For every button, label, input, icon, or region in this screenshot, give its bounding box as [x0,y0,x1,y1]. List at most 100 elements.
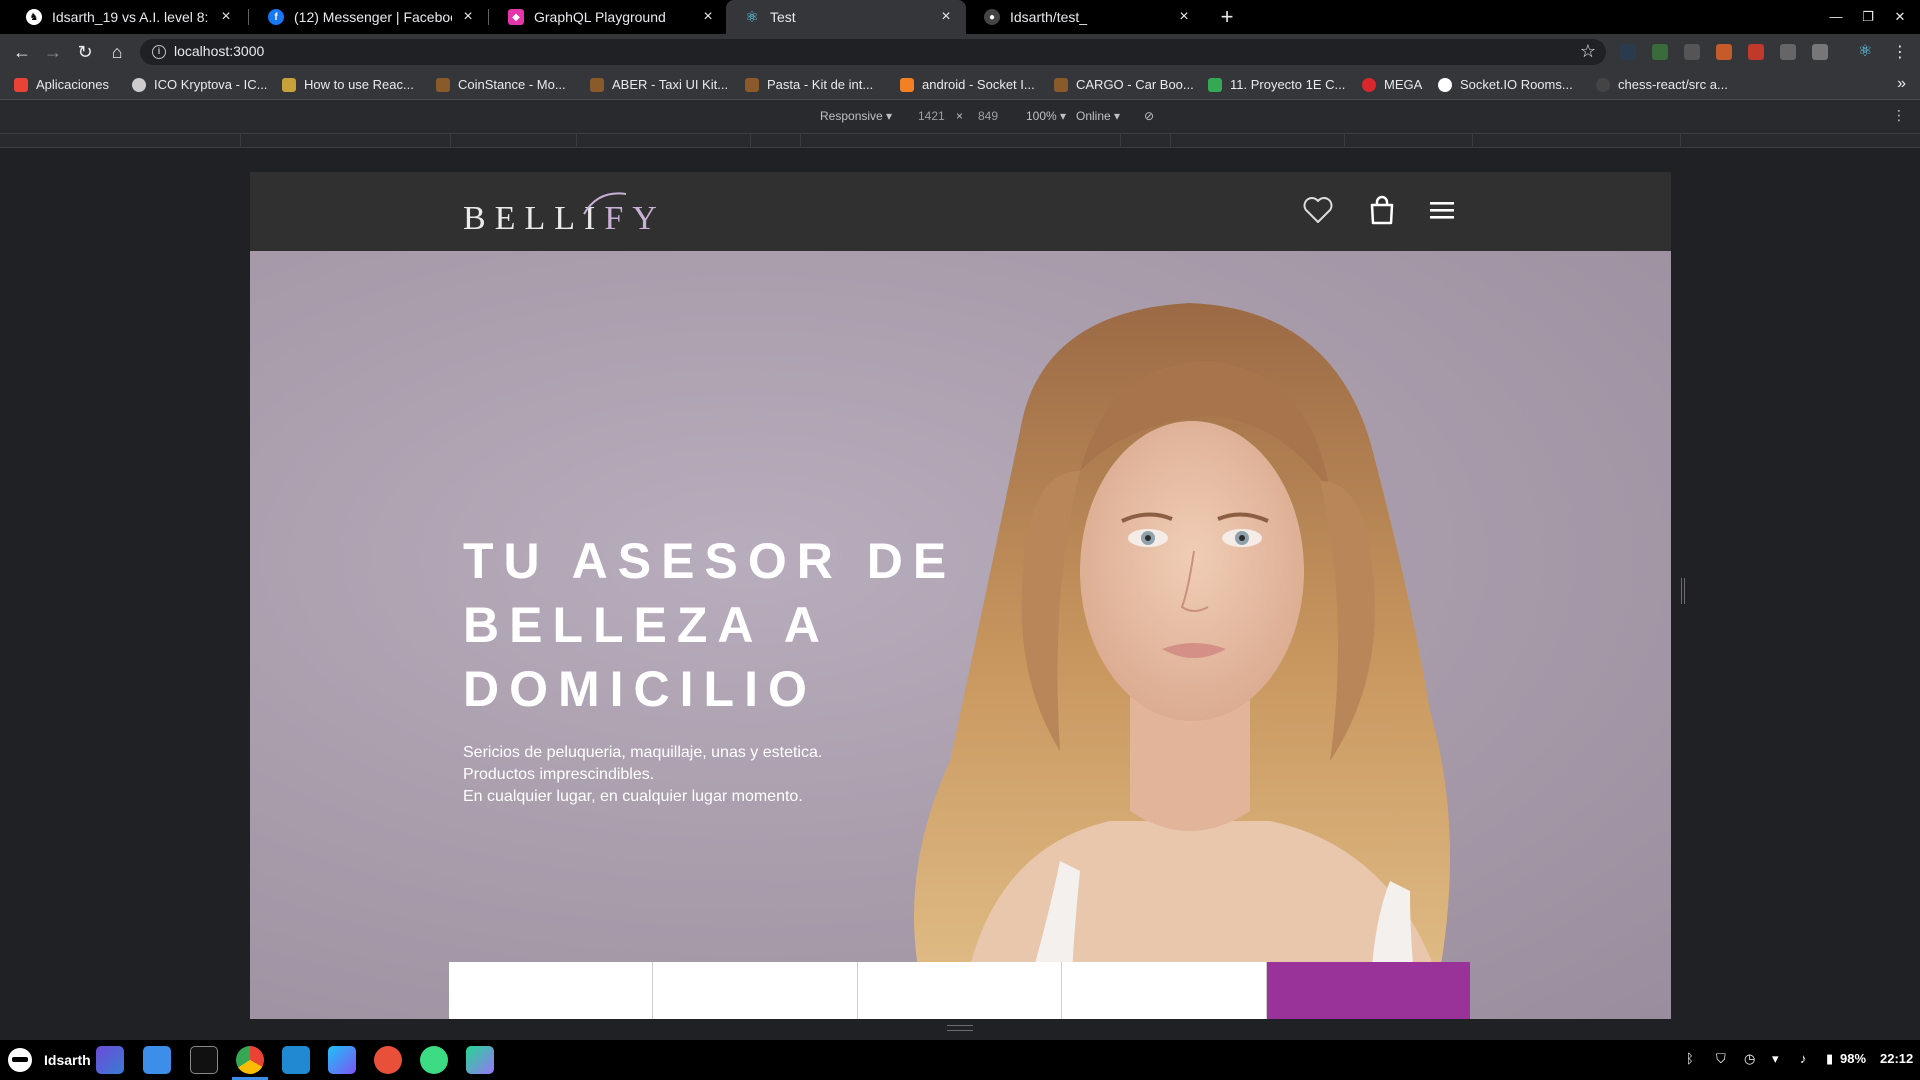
service-card[interactable] [653,962,858,1019]
service-card[interactable] [857,962,1063,1019]
bookmark-item[interactable]: Pasta - Kit de int... [745,77,873,92]
bookmark-item[interactable]: Socket.IO Rooms... [1438,77,1573,92]
battery-percent: 98% [1840,1051,1867,1066]
bookmark-item[interactable]: android - Socket I... [900,77,1035,92]
react-icon: ⚛ [745,9,759,26]
github-icon: ● [984,9,1000,25]
tab-title: (12) Messenger | Facebook [294,9,452,25]
terminal-icon[interactable] [190,1046,218,1074]
extension-icon[interactable] [1620,44,1636,60]
tab-graphql[interactable]: ◆ GraphQL Playground × [490,0,728,34]
extension-icon[interactable] [1748,44,1764,60]
service-card[interactable] [449,962,654,1019]
height-input[interactable]: 849 [978,109,998,123]
bookmark-item[interactable]: 11. Proyecto 1E C... [1208,77,1345,92]
extension-icon[interactable] [1652,44,1668,60]
postman-icon[interactable] [374,1046,402,1074]
tab-test[interactable]: ⚛ Test × [726,0,966,34]
close-icon[interactable]: × [1176,9,1192,25]
battery-icon[interactable]: ▮ [1826,1051,1833,1067]
device-select[interactable]: Responsive ▾ [820,109,892,123]
bookmark-item[interactable]: MEGA [1362,77,1422,92]
bluetooth-icon[interactable]: ᛒ [1686,1051,1694,1066]
stackoverflow-icon [900,77,914,92]
clock-time[interactable]: 22:12 [1880,1051,1913,1066]
extension-icon[interactable] [1812,44,1828,60]
zoom-label: 100% [1026,109,1057,123]
tab-github[interactable]: ● Idsarth/test_ × [966,0,1204,34]
restore-button[interactable]: ❐ [1852,0,1884,34]
zoom-select[interactable]: 100% ▾ [1026,109,1066,123]
datagrip-icon[interactable] [466,1046,494,1074]
hero-title-line: BELLEZA A [463,597,830,653]
chrome-icon[interactable] [232,1046,268,1080]
chevron-right-icon[interactable]: » [1897,75,1906,93]
minimize-button[interactable]: — [1820,0,1852,34]
bookmark-label: chess-react/src a... [1618,77,1728,92]
bookmark-icon [590,77,604,92]
forward-button[interactable]: → [41,40,65,64]
close-icon[interactable]: × [938,9,954,25]
extension-icon[interactable] [1716,44,1732,60]
network-label: Online [1076,109,1111,123]
close-icon[interactable]: × [700,9,716,25]
home-button[interactable]: ⌂ [105,40,129,64]
username: Idsarth [44,1052,91,1068]
tab-lichess[interactable]: ♞ Idsarth_19 vs A.I. level 8: D40 × [8,0,246,34]
files-icon[interactable] [143,1046,171,1074]
reload-button[interactable]: ↻ [73,40,97,64]
tab-separator [248,9,249,25]
vscode-icon[interactable] [282,1046,310,1074]
volume-icon[interactable]: ♪ [1800,1051,1807,1066]
hero-subtitle-line: Sericios de peluqueria, maquillaje, unas… [463,744,823,761]
close-window-button[interactable]: ✕ [1884,0,1916,34]
info-icon[interactable]: i [152,45,166,59]
kebab-menu-icon[interactable]: ⋮ [1892,42,1908,62]
android-studio-icon[interactable] [420,1046,448,1074]
tab-messenger[interactable]: f (12) Messenger | Facebook × [250,0,488,34]
service-card[interactable] [1062,962,1267,1019]
device-toolbar: Responsive ▾ 1421 × 849 100% ▾ Online ▾ … [0,100,1920,134]
bookmark-label: CoinStance - Mo... [458,77,566,92]
media-query-bar[interactable] [0,134,1920,148]
close-icon[interactable]: × [460,9,476,25]
tab-title: GraphQL Playground [534,9,666,25]
extension-icon[interactable] [1684,44,1700,60]
viewport-resize-handle-right[interactable] [1681,578,1685,604]
bookmark-item[interactable]: Aplicaciones [14,77,109,92]
kebab-menu-icon[interactable]: ⋮ [1892,107,1906,124]
back-button[interactable]: ← [10,40,34,64]
heart-icon[interactable] [1300,192,1336,228]
width-input[interactable]: 1421 [918,109,945,123]
bookmark-label: MEGA [1384,77,1423,92]
socketio-icon [1438,77,1452,92]
bookmark-star-icon[interactable]: ☆ [1580,41,1596,62]
bookmark-item[interactable]: CARGO - Car Boo... [1054,77,1194,92]
bookmark-label: ICO Kryptova - IC... [154,77,268,92]
wifi-icon[interactable]: ▾ [1772,1051,1779,1067]
bookmark-item[interactable]: How to use Reac... [282,77,414,92]
react-devtools-icon[interactable]: ⚛ [1858,44,1874,60]
hamburger-menu-icon[interactable] [1424,192,1460,228]
bookmark-item[interactable]: ABER - Taxi UI Kit... [590,77,728,92]
shield-icon[interactable]: ⛉ [1716,1051,1726,1067]
facebook-icon: f [268,9,284,25]
network-select[interactable]: Online ▾ [1076,109,1120,123]
service-card-highlighted[interactable] [1266,962,1471,1019]
address-bar[interactable]: i localhost:3000 ☆ [140,39,1606,65]
clock-icon[interactable]: ◷ [1744,1051,1755,1067]
gradient-app-icon[interactable] [96,1046,124,1074]
hero-subtitle-line: En cualquier lugar, en cualquier lugar m… [463,788,803,805]
extension-icon[interactable] [1780,44,1796,60]
close-icon[interactable]: × [218,9,234,25]
bookmark-item[interactable]: chess-react/src a... [1596,77,1728,92]
new-tab-button[interactable]: + [1214,4,1240,30]
viewport-resize-handle-bottom[interactable] [947,1025,973,1031]
page-viewport: BELLIFY TU ASESOR DE BELLEZA A DOMICILIO… [250,172,1671,1019]
rotate-icon[interactable]: ⊘ [1144,109,1154,123]
bookmark-item[interactable]: ICO Kryptova - IC... [132,77,267,92]
shopping-bag-icon[interactable] [1364,192,1400,228]
webstorm-icon[interactable] [328,1046,356,1074]
user-menu[interactable]: Idsarth [8,1048,91,1072]
bookmark-item[interactable]: CoinStance - Mo... [436,77,566,92]
